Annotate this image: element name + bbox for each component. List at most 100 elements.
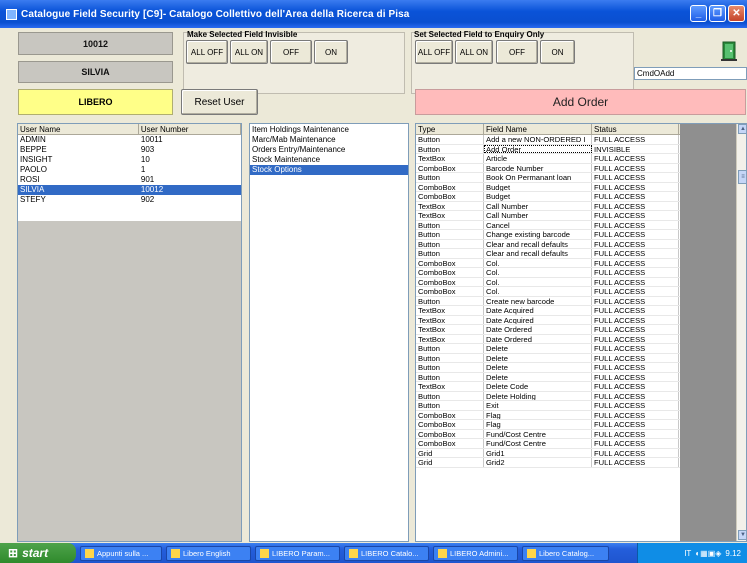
field-status-cell: FULL ACCESS xyxy=(592,192,679,201)
libero-label: LIBERO xyxy=(18,89,173,115)
window-title: Catalogue Field Security [C9]- Catalogo … xyxy=(21,8,410,20)
taskbar-task[interactable]: LIBERO Param... xyxy=(255,545,340,561)
invisible-on-button[interactable]: ON xyxy=(314,40,348,64)
field-name-cell: Col. xyxy=(484,258,592,267)
field-name-cell: Article xyxy=(484,154,592,163)
enquiry-all-on-button[interactable]: ALL ON xyxy=(455,40,493,64)
taskbar: ⊞ start Appunti sulla ... Libero English L… xyxy=(0,543,747,563)
field-status-cell: FULL ACCESS xyxy=(592,363,679,372)
field-status-cell: FULL ACCESS xyxy=(592,325,679,334)
module-item[interactable]: Marc/Mab Maintenance xyxy=(250,135,408,145)
field-name-cell: Delete Code xyxy=(484,382,592,391)
fields-header-name[interactable]: Field Name xyxy=(484,124,592,134)
field-type-cell: Button xyxy=(416,135,484,144)
taskbar-task[interactable]: Libero English xyxy=(166,545,251,561)
user-name-cell: ROSI xyxy=(20,175,40,184)
vertical-scrollbar[interactable]: ▲ ≡ ▼ xyxy=(736,124,746,541)
field-name-cell: Col. xyxy=(484,277,592,286)
field-status-cell: FULL ACCESS xyxy=(592,163,679,172)
grid-empty-area xyxy=(680,124,736,541)
task-label: LIBERO Admini... xyxy=(450,548,509,558)
field-status-cell: FULL ACCESS xyxy=(592,439,679,448)
field-status-cell: FULL ACCESS xyxy=(592,391,679,400)
field-name-cell: Barcode Number xyxy=(484,163,592,172)
user-row[interactable]: INSIGHT 10 xyxy=(18,155,241,165)
module-item[interactable]: Stock Options xyxy=(250,165,408,175)
field-type-cell: Button xyxy=(416,296,484,305)
user-row[interactable]: SILVIA 10012 xyxy=(18,185,241,195)
field-type-cell: Button xyxy=(416,401,484,410)
task-app-icon xyxy=(349,548,358,558)
close-button[interactable]: ✕ xyxy=(728,5,745,22)
module-item[interactable]: Orders Entry/Maintenance xyxy=(250,145,408,155)
module-item[interactable]: Stock Maintenance xyxy=(250,155,408,165)
field-name-cell: Delete xyxy=(484,344,592,353)
field-status-cell: FULL ACCESS xyxy=(592,220,679,229)
field-name-cell: Flag xyxy=(484,410,592,419)
field-name-cell: Delete xyxy=(484,372,592,381)
invisible-all-off-button[interactable]: ALL OFF xyxy=(186,40,228,64)
module-item[interactable]: Item Holdings Maintenance xyxy=(250,125,408,135)
user-name-display: SILVIA xyxy=(18,61,173,83)
field-type-cell: TextBox xyxy=(416,382,484,391)
user-row[interactable]: ROSI 901 xyxy=(18,175,241,185)
enquiry-on-button[interactable]: ON xyxy=(540,40,575,64)
user-number-cell: 10012 xyxy=(140,185,164,194)
exit-door-icon[interactable] xyxy=(718,40,740,62)
scroll-thumb[interactable]: ≡ xyxy=(738,170,746,184)
user-row[interactable]: ADMIN 10011 xyxy=(18,135,241,145)
field-type-cell: TextBox xyxy=(416,334,484,343)
field-type-cell: TextBox xyxy=(416,306,484,315)
user-row[interactable]: STEFY 902 xyxy=(18,195,241,205)
scroll-up-icon[interactable]: ▲ xyxy=(738,124,746,134)
field-status-cell: FULL ACCESS xyxy=(592,268,679,277)
fields-header-status[interactable]: Status xyxy=(592,124,679,134)
user-row[interactable]: BEPPE 903 xyxy=(18,145,241,155)
language-indicator[interactable]: IT xyxy=(684,549,691,558)
start-button[interactable]: ⊞ start xyxy=(0,543,76,563)
reset-user-button[interactable]: Reset User xyxy=(181,89,258,115)
taskbar-task[interactable]: Appunti sulla ... xyxy=(80,545,162,561)
field-type-cell: ComboBox xyxy=(416,163,484,172)
task-label: LIBERO Param... xyxy=(272,548,330,558)
taskbar-task[interactable]: LIBERO Catalo... xyxy=(344,545,429,561)
task-app-icon xyxy=(438,548,447,558)
user-number-cell: 902 xyxy=(140,195,155,204)
maximize-button[interactable]: ❐ xyxy=(709,5,726,22)
field-type-cell: Button xyxy=(416,353,484,362)
user-row[interactable]: PAOLO 1 xyxy=(18,165,241,175)
fields-header-type[interactable]: Type xyxy=(416,124,484,134)
scroll-down-icon[interactable]: ▼ xyxy=(738,530,746,540)
start-label: start xyxy=(22,546,49,560)
task-label: Libero English xyxy=(183,548,231,558)
field-status-cell: FULL ACCESS xyxy=(592,315,679,324)
task-label: Appunti sulla ... xyxy=(97,548,149,558)
users-header-number[interactable]: User Number xyxy=(139,124,241,134)
field-type-cell: ComboBox xyxy=(416,439,484,448)
invisible-group-label: Make Selected Field Invisible xyxy=(187,30,298,39)
field-type-cell: Button xyxy=(416,230,484,239)
tray-icons[interactable]: ◐▦▣◈ xyxy=(695,549,721,558)
users-header-name[interactable]: User Name xyxy=(18,124,139,134)
field-status-cell: FULL ACCESS xyxy=(592,372,679,381)
minimize-button[interactable]: _ xyxy=(690,5,707,22)
field-name-cell: Change existing barcode xyxy=(484,230,592,239)
invisible-off-button[interactable]: OFF xyxy=(270,40,312,64)
task-app-icon xyxy=(85,548,94,558)
field-status-cell: FULL ACCESS xyxy=(592,448,679,457)
field-status-cell: INVISIBLE xyxy=(592,144,679,153)
enquiry-all-off-button[interactable]: ALL OFF xyxy=(415,40,453,64)
task-app-icon xyxy=(260,548,269,558)
field-type-cell: Grid xyxy=(416,448,484,457)
taskbar-task[interactable]: Libero Catalog... xyxy=(522,545,609,561)
fields-grid[interactable]: Type Field Name Status Button Add a new N… xyxy=(415,123,747,542)
field-status-cell: FULL ACCESS xyxy=(592,182,679,191)
enquiry-off-button[interactable]: OFF xyxy=(496,40,538,64)
invisible-all-on-button[interactable]: ALL ON xyxy=(230,40,268,64)
field-name-cell: Grid1 xyxy=(484,448,592,457)
control-name-field[interactable]: CmdOAdd xyxy=(634,67,747,80)
taskbar-task[interactable]: LIBERO Admini... xyxy=(433,545,518,561)
modules-list[interactable]: Item Holdings Maintenance Marc/Mab Mainte… xyxy=(249,123,409,542)
user-name-cell: PAOLO xyxy=(20,165,47,174)
field-type-cell: ComboBox xyxy=(416,258,484,267)
